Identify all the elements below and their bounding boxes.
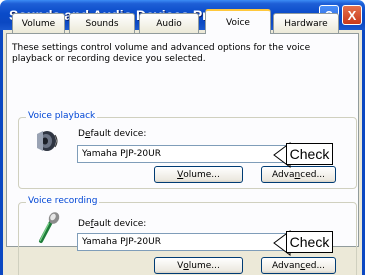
playback-device-select[interactable]: Yamaha PJP-20UR [77, 145, 295, 163]
voice-playback-title: Voice playback [26, 111, 98, 121]
recording-device-label: Default device: [78, 219, 147, 229]
recording-volume-button[interactable]: Vo lume... [154, 257, 243, 274]
close-icon: X [347, 7, 357, 23]
recording-advanced-button[interactable]: Advan c ed... [261, 257, 336, 274]
tab-volume[interactable]: Volume [12, 13, 65, 33]
playback-device-label: Default device: [78, 129, 147, 139]
recording-device-select[interactable]: Yamaha PJP-20UR [77, 233, 295, 251]
playback-volume-button[interactable]: Volume... [154, 166, 243, 183]
microphone-icon [39, 212, 60, 243]
tab-voice[interactable]: Voice [205, 9, 271, 34]
voice-recording-title: Voice recording [26, 196, 100, 206]
description-text: These settings control volume and advanc… [12, 43, 311, 64]
speaker-icon [37, 131, 58, 151]
tab-sounds[interactable]: Sounds [69, 13, 135, 33]
recording-check-callout: Check [286, 231, 333, 253]
close-button[interactable]: X [342, 5, 362, 25]
recording-device-value: Yamaha PJP-20UR [82, 237, 161, 247]
playback-check-callout: Check [286, 143, 333, 165]
playback-device-value: Yamaha PJP-20UR [82, 149, 161, 159]
playback-advanced-button[interactable]: Adva n ced... [261, 166, 336, 183]
tab-hardware[interactable]: Hardware [273, 13, 339, 33]
tab-audio[interactable]: Audio [139, 13, 199, 33]
